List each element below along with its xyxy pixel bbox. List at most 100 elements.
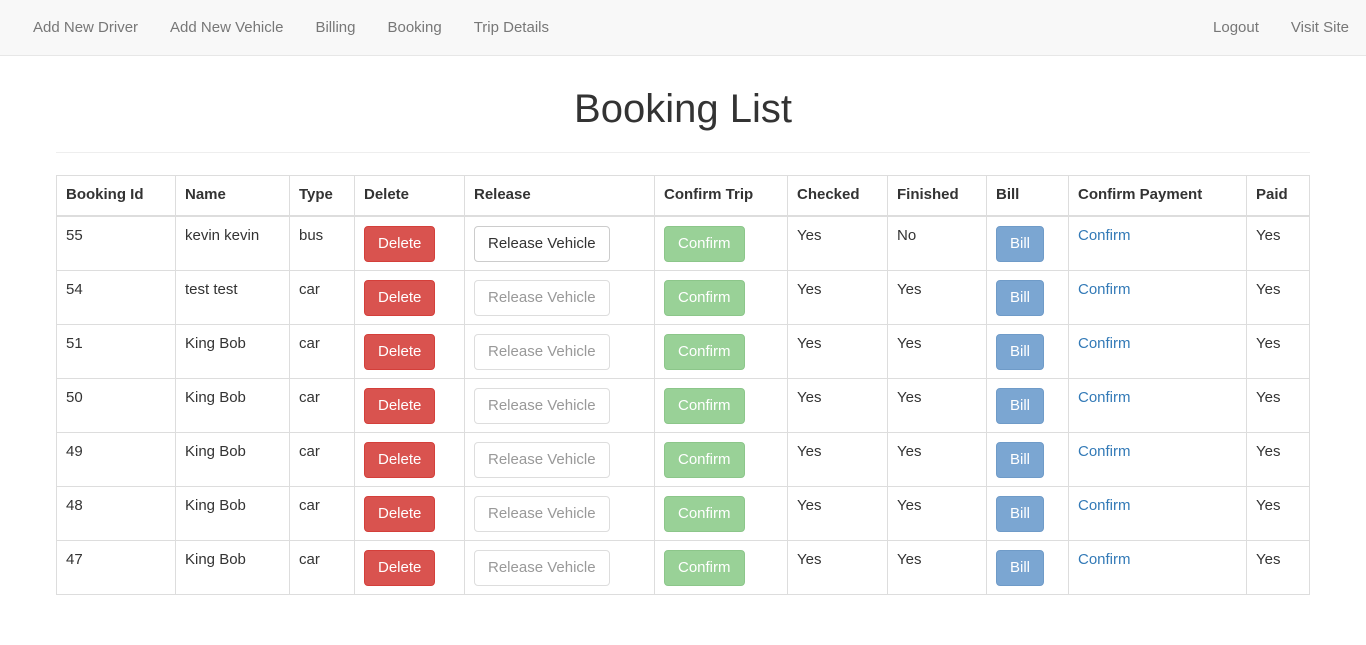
cell-paid: Yes: [1246, 323, 1310, 379]
bill-button[interactable]: Bill: [996, 495, 1045, 532]
cell-confirm-payment: Confirm: [1068, 215, 1247, 271]
cell-bill: Bill: [986, 431, 1069, 487]
cell-finished: Yes: [887, 539, 987, 595]
cell-name: kevin kevin: [175, 215, 290, 271]
cell-name: King Bob: [175, 485, 290, 541]
cell-booking-id: 49: [56, 431, 176, 487]
table-body: 55 kevin kevin bus Delete Release Vehicl…: [56, 215, 1310, 595]
header-checked: Checked: [787, 175, 888, 217]
confirm-payment-link[interactable]: Confirm: [1078, 281, 1131, 298]
cell-bill: Bill: [986, 323, 1069, 379]
cell-checked: Yes: [787, 431, 888, 487]
header-release: Release: [464, 175, 655, 217]
cell-bill: Bill: [986, 539, 1069, 595]
header-row: Booking Id Name Type Delete Release Conf…: [56, 175, 1310, 217]
confirm-trip-button[interactable]: Confirm: [664, 495, 745, 532]
cell-checked: Yes: [787, 269, 888, 325]
delete-button[interactable]: Delete: [364, 549, 436, 586]
cell-release: Release Vehicle: [464, 377, 655, 433]
delete-button[interactable]: Delete: [364, 333, 436, 370]
bill-button[interactable]: Bill: [996, 441, 1045, 478]
cell-checked: Yes: [787, 485, 888, 541]
cell-booking-id: 47: [56, 539, 176, 595]
cell-delete: Delete: [354, 323, 465, 379]
cell-confirm-payment: Confirm: [1068, 539, 1247, 595]
cell-release: Release Vehicle: [464, 485, 655, 541]
delete-button[interactable]: Delete: [364, 226, 436, 262]
release-vehicle-button-disabled: Release Vehicle: [474, 495, 610, 532]
cell-confirm-trip: Confirm: [654, 269, 788, 325]
cell-paid: Yes: [1246, 485, 1310, 541]
cell-confirm-trip: Confirm: [654, 215, 788, 271]
page-header: Booking List: [56, 86, 1310, 153]
cell-bill: Bill: [986, 269, 1069, 325]
delete-button[interactable]: Delete: [364, 387, 436, 424]
confirm-payment-link[interactable]: Confirm: [1078, 497, 1131, 514]
cell-paid: Yes: [1246, 269, 1310, 325]
cell-type: car: [289, 539, 355, 595]
table-header: Booking Id Name Type Delete Release Conf…: [56, 175, 1310, 217]
cell-booking-id: 55: [56, 215, 176, 271]
header-finished: Finished: [887, 175, 987, 217]
bill-button[interactable]: Bill: [996, 387, 1045, 424]
cell-booking-id: 50: [56, 377, 176, 433]
bill-button[interactable]: Bill: [996, 333, 1045, 370]
top-navbar: Add New Driver Add New Vehicle Billing B…: [0, 0, 1366, 56]
cell-bill: Bill: [986, 485, 1069, 541]
nav-billing[interactable]: Billing: [299, 0, 371, 56]
cell-finished: Yes: [887, 431, 987, 487]
confirm-payment-link[interactable]: Confirm: [1078, 227, 1131, 244]
nav-left-group: Add New Driver Add New Vehicle Billing B…: [17, 0, 565, 56]
cell-delete: Delete: [354, 269, 465, 325]
confirm-payment-link[interactable]: Confirm: [1078, 389, 1131, 406]
nav-visit-site[interactable]: Visit Site: [1275, 0, 1349, 56]
cell-checked: Yes: [787, 539, 888, 595]
header-type: Type: [289, 175, 355, 217]
cell-paid: Yes: [1246, 377, 1310, 433]
cell-type: car: [289, 377, 355, 433]
cell-delete: Delete: [354, 539, 465, 595]
cell-release: Release Vehicle: [464, 323, 655, 379]
confirm-trip-button[interactable]: Confirm: [664, 279, 745, 316]
cell-confirm-payment: Confirm: [1068, 269, 1247, 325]
cell-confirm-trip: Confirm: [654, 539, 788, 595]
delete-button[interactable]: Delete: [364, 279, 436, 316]
confirm-trip-button[interactable]: Confirm: [664, 441, 745, 478]
table-row: 50 King Bob car Delete Release Vehicle C…: [56, 377, 1310, 433]
cell-name: test test: [175, 269, 290, 325]
nav-logout[interactable]: Logout: [1197, 0, 1275, 56]
cell-name: King Bob: [175, 377, 290, 433]
nav-trip-details[interactable]: Trip Details: [458, 0, 565, 56]
confirm-trip-button[interactable]: Confirm: [664, 226, 745, 262]
release-vehicle-button-disabled: Release Vehicle: [474, 441, 610, 478]
cell-bill: Bill: [986, 377, 1069, 433]
cell-finished: Yes: [887, 485, 987, 541]
delete-button[interactable]: Delete: [364, 441, 436, 478]
confirm-trip-button[interactable]: Confirm: [664, 333, 745, 370]
cell-confirm-payment: Confirm: [1068, 485, 1247, 541]
cell-type: car: [289, 431, 355, 487]
cell-name: King Bob: [175, 539, 290, 595]
release-vehicle-button-disabled: Release Vehicle: [474, 387, 610, 424]
bill-button[interactable]: Bill: [996, 279, 1045, 316]
bill-button[interactable]: Bill: [996, 549, 1045, 586]
cell-bill: Bill: [986, 215, 1069, 271]
delete-button[interactable]: Delete: [364, 495, 436, 532]
confirm-payment-link[interactable]: Confirm: [1078, 335, 1131, 352]
booking-table-wrapper: Booking Id Name Type Delete Release Conf…: [56, 175, 1310, 595]
confirm-trip-button[interactable]: Confirm: [664, 549, 745, 586]
confirm-trip-button[interactable]: Confirm: [664, 387, 745, 424]
release-vehicle-button[interactable]: Release Vehicle: [474, 226, 610, 262]
bill-button[interactable]: Bill: [996, 226, 1045, 262]
cell-booking-id: 51: [56, 323, 176, 379]
nav-add-new-driver[interactable]: Add New Driver: [17, 0, 154, 56]
nav-booking[interactable]: Booking: [371, 0, 457, 56]
cell-release: Release Vehicle: [464, 539, 655, 595]
confirm-payment-link[interactable]: Confirm: [1078, 443, 1131, 460]
cell-confirm-payment: Confirm: [1068, 323, 1247, 379]
release-vehicle-button-disabled: Release Vehicle: [474, 333, 610, 370]
page-title: Booking List: [574, 87, 792, 131]
header-confirm-payment: Confirm Payment: [1068, 175, 1247, 217]
confirm-payment-link[interactable]: Confirm: [1078, 551, 1131, 568]
nav-add-new-vehicle[interactable]: Add New Vehicle: [154, 0, 299, 56]
